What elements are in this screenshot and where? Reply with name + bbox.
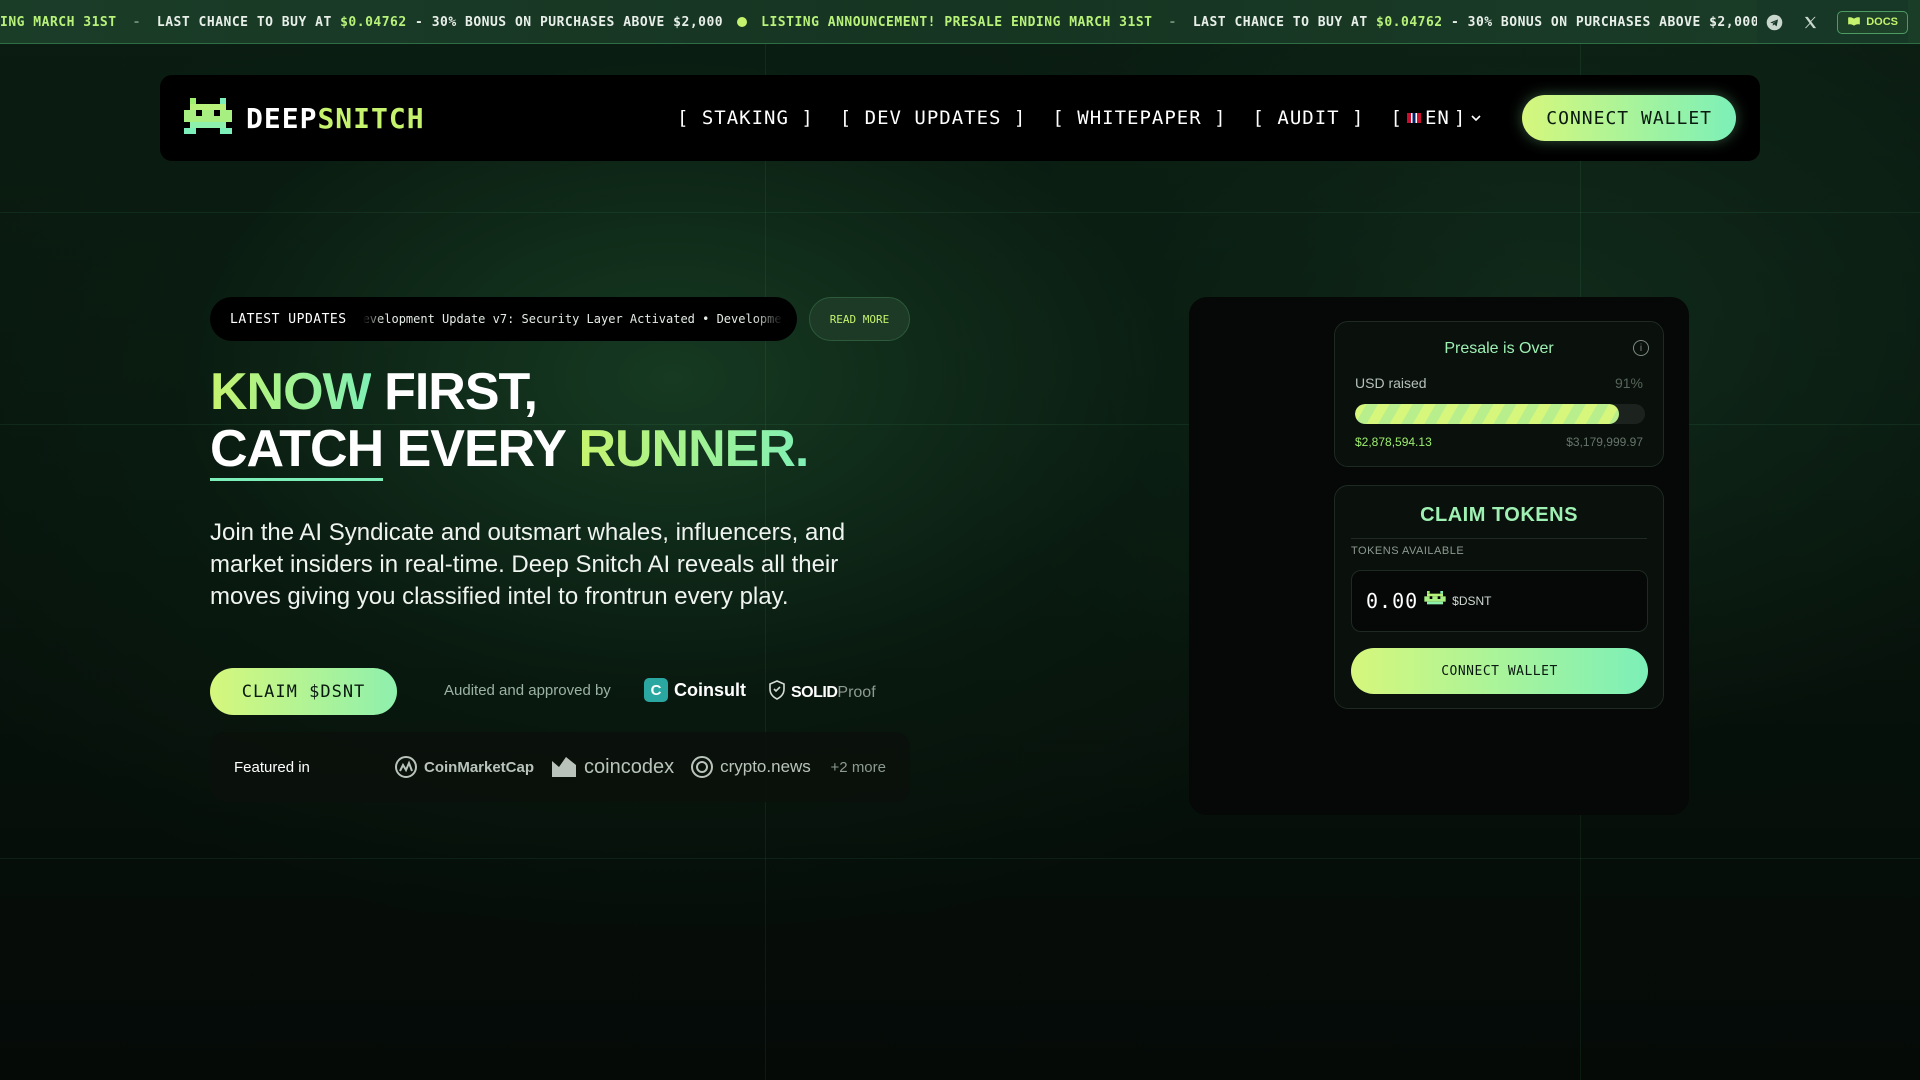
connect-wallet-button[interactable]: CONNECT WALLET <box>1522 95 1736 141</box>
usd-raised-label: USD raised <box>1355 375 1427 391</box>
nav-link-dev-updates[interactable]: [ DEV UPDATES ] <box>840 107 1027 129</box>
telegram-icon[interactable] <box>1765 13 1783 31</box>
claim-connect-wallet-button[interactable]: CONNECT WALLET <box>1351 648 1648 694</box>
top-navigation: DEEPSNITCH [ STAKING ] [ DEV UPDATES ] [… <box>160 75 1760 161</box>
cryptonews-icon <box>691 756 714 778</box>
claim-tokens-title: CLAIM TOKENS <box>1420 504 1578 526</box>
ticker-item: LISTING ANNOUNCEMENT! PRESALE ENDING MAR… <box>761 14 1153 30</box>
chevron-down-icon <box>1470 107 1482 129</box>
coinsult-logo[interactable]: C Coinsult <box>644 678 746 702</box>
tokens-amount: 0.00 <box>1366 589 1419 613</box>
featured-label: Featured in <box>234 758 310 776</box>
goal-amount: $3,179,999.97 <box>1566 435 1643 449</box>
snitch-mascot-icon <box>184 97 232 139</box>
presale-title: Presale is Over <box>1444 340 1554 357</box>
x-twitter-icon[interactable] <box>1801 13 1819 31</box>
language-code: EN <box>1424 107 1450 129</box>
tokens-available-field: 0.00 $DSNT <box>1351 570 1648 632</box>
presale-status-card: Presale is Over i USD raised 91% $2,878,… <box>1334 321 1664 467</box>
coincodex-icon <box>552 757 577 777</box>
updates-marquee[interactable]: evelopment Update v7: Security Layer Act… <box>363 312 783 326</box>
ticker-social: DOCS <box>1757 0 1908 43</box>
coincodex-logo[interactable]: coincodex <box>550 755 674 779</box>
ticker-separator: - <box>1168 14 1177 30</box>
hero-description: Join the AI Syndicate and outsmart whale… <box>210 519 846 610</box>
presale-widget: Presale is Over i USD raised 91% $2,878,… <box>1189 297 1689 815</box>
nav-link-audit[interactable]: [ AUDIT ] <box>1253 107 1365 129</box>
dsnt-token-icon <box>1424 590 1446 612</box>
announcement-ticker: ING MARCH 31ST - LAST CHANCE TO BUY AT $… <box>0 0 1920 44</box>
presale-progress-bar <box>1355 404 1645 424</box>
ticker-item: LAST CHANCE TO BUY AT $0.04762 - 30% BON… <box>1192 14 1760 30</box>
language-selector[interactable]: [ EN ] <box>1390 107 1482 129</box>
presale-progress-fill <box>1355 404 1619 424</box>
uk-flag-icon <box>1406 113 1421 123</box>
featured-more[interactable]: +2 more <box>831 759 886 776</box>
coinmarketcap-logo[interactable]: CoinMarketCap <box>394 755 534 779</box>
docs-label: DOCS <box>1866 16 1898 28</box>
page: ING MARCH 31ST - LAST CHANCE TO BUY AT $… <box>0 0 1920 1080</box>
usd-raised-percent: 91% <box>1614 375 1643 391</box>
info-icon[interactable]: i <box>1633 340 1649 356</box>
hero-headline: KNOW FIRST, CATCH EVERY RUNNER. <box>210 364 809 481</box>
latest-updates-label: LATEST UPDATES <box>230 311 347 327</box>
coinsult-icon: C <box>644 678 668 702</box>
ticker-separator: - <box>132 14 141 30</box>
claim-dsnt-button[interactable]: CLAIM $DSNT <box>210 668 397 715</box>
coinmarketcap-icon <box>395 756 417 778</box>
docs-button[interactable]: DOCS <box>1837 10 1908 34</box>
featured-in-bar: Featured in CoinMarketCap coincodex cryp… <box>210 732 910 802</box>
ticker-track: ING MARCH 31ST - LAST CHANCE TO BUY AT $… <box>0 0 1770 43</box>
site-logo[interactable]: DEEPSNITCH <box>184 97 425 139</box>
read-more-button[interactable]: READ MORE <box>809 297 910 341</box>
raised-amount: $2,878,594.13 <box>1355 435 1432 449</box>
ticker-item: LAST CHANCE TO BUY AT $0.04762 - 30% BON… <box>156 14 724 30</box>
ticker-item: ING MARCH 31ST <box>0 14 117 30</box>
cryptonews-logo[interactable]: crypto.news <box>690 755 811 779</box>
nav-link-whitepaper[interactable]: [ WHITEPAPER ] <box>1052 107 1226 129</box>
shield-icon <box>768 680 786 705</box>
tokens-available-label: TOKENS AVAILABLE <box>1351 545 1465 557</box>
ticker-dot <box>737 17 748 27</box>
logo-wordmark: DEEPSNITCH <box>246 101 425 135</box>
token-symbol: $DSNT <box>1452 594 1492 608</box>
latest-updates-bar: LATEST UPDATES evelopment Update v7: Sec… <box>210 297 797 341</box>
claim-tokens-card: CLAIM TOKENS TOKENS AVAILABLE 0.00 $DSNT… <box>1334 485 1664 709</box>
nav-link-staking[interactable]: [ STAKING ] <box>677 107 814 129</box>
divider <box>1351 538 1647 539</box>
book-icon <box>1847 16 1861 29</box>
solidproof-logo[interactable]: SOLIDProof <box>768 680 876 705</box>
audited-label: Audited and approved by <box>444 682 611 699</box>
nav-links: [ STAKING ] [ DEV UPDATES ] [ WHITEPAPER… <box>677 95 1736 141</box>
